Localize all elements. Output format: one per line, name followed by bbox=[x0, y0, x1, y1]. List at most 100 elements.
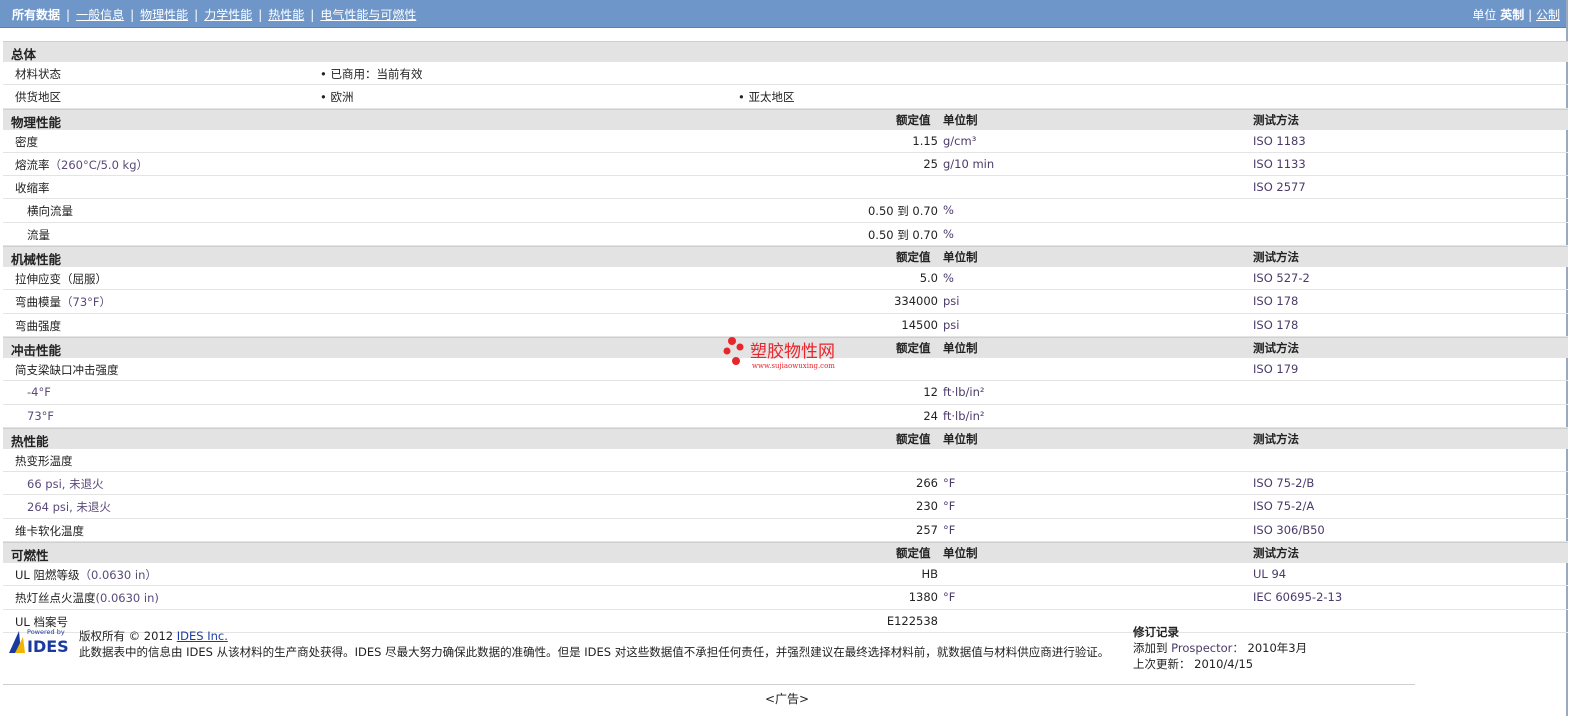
bullet-item: • 欧洲 bbox=[320, 90, 354, 105]
property-unit: °F bbox=[943, 476, 956, 491]
copyright-block: 版权所有 © 2012 IDES Inc. 此数据表中的信息由 IDES 从该材… bbox=[79, 628, 1109, 660]
watermark-logo-icon: 塑胶物性网 www.sujiaowuxing.com bbox=[723, 337, 835, 370]
property-condition: （260°C/5.0 kg） bbox=[49, 157, 149, 172]
property-value: HB bbox=[921, 567, 938, 582]
property-name: 73°F bbox=[27, 408, 54, 423]
property-label: 密度 bbox=[15, 134, 38, 150]
property-label: 热变形温度 bbox=[15, 453, 73, 469]
property-name: 维卡软化温度 bbox=[15, 523, 84, 538]
property-name: 热灯丝点火温度 bbox=[15, 591, 96, 606]
test-method: ISO 527-2 bbox=[1253, 271, 1310, 286]
section-header: 物理性能 额定值 单位制 测试方法 bbox=[3, 108, 1568, 130]
tab-mechanical[interactable]: 力学性能 bbox=[204, 8, 252, 22]
col-header-unit: 单位制 bbox=[943, 340, 978, 355]
unit-metric[interactable]: 公制 bbox=[1536, 8, 1560, 22]
copyright-text: 版权所有 © 2012 bbox=[79, 629, 174, 643]
property-unit: °F bbox=[943, 499, 956, 514]
property-unit: psi bbox=[943, 294, 960, 309]
property-name: 材料状态 bbox=[15, 67, 61, 81]
property-label: 横向流量 bbox=[27, 203, 73, 219]
property-label: 弯曲模量（73°F） bbox=[15, 294, 111, 310]
property-name: 流量 bbox=[27, 227, 50, 242]
property-label: 弯曲强度 bbox=[15, 318, 61, 334]
property-label: 264 psi, 未退火 bbox=[27, 499, 111, 515]
property-label: 拉伸应变（屈服） bbox=[15, 271, 107, 287]
table-row: 73°F 24 ft·lb/in² bbox=[3, 405, 1568, 428]
property-value: 5.0 bbox=[919, 271, 938, 286]
table-row: 熔流率（260°C/5.0 kg） 25 g/10 min ISO 1133 bbox=[3, 153, 1568, 177]
property-name: 弯曲模量 bbox=[15, 295, 61, 310]
col-header-value: 额定值 bbox=[896, 546, 931, 561]
property-value: 257 bbox=[916, 522, 938, 537]
watermark-text: 塑胶物性网 bbox=[750, 342, 835, 362]
tab-general-info[interactable]: 一般信息 bbox=[76, 8, 124, 22]
table-row: 供货地区 • 欧洲 • 亚太地区 bbox=[3, 85, 1568, 109]
revision-title: 修订记录 bbox=[1133, 625, 1179, 639]
property-unit: °F bbox=[943, 522, 956, 537]
property-label: UL 阻燃等级（0.0630 in） bbox=[15, 567, 157, 583]
property-value: 0.50 到 0.70 bbox=[867, 227, 938, 242]
test-method: ISO 306/B50 bbox=[1253, 522, 1325, 537]
test-method: ISO 2577 bbox=[1253, 180, 1306, 195]
footer: Powered by IDES 版权所有 © 2012 IDES Inc. 此数… bbox=[3, 618, 1415, 685]
section-title: 可燃性 bbox=[11, 548, 49, 564]
unit-english[interactable]: 英制 bbox=[1500, 8, 1524, 22]
property-label: 热灯丝点火温度(0.0630 in) bbox=[15, 590, 159, 606]
property-value: 1380 bbox=[908, 590, 938, 605]
property-value: 334000 bbox=[894, 294, 938, 309]
table-row: 收缩率 ISO 2577 bbox=[3, 176, 1568, 200]
table-row: 弯曲模量（73°F） 334000 psi ISO 178 bbox=[3, 290, 1568, 314]
tab-electrical-flammability[interactable]: 电气性能与可燃性 bbox=[320, 8, 416, 22]
col-header-value: 额定值 bbox=[896, 340, 931, 355]
tab-all-data[interactable]: 所有数据 bbox=[12, 8, 60, 22]
table-row: 热灯丝点火温度(0.0630 in) 1380 °F IEC 60695-2-13 bbox=[3, 586, 1568, 610]
test-method: ISO 75-2/A bbox=[1253, 499, 1315, 514]
property-unit: °F bbox=[943, 590, 956, 605]
bullet-item: • 亚太地区 bbox=[738, 90, 795, 105]
col-header-method: 测试方法 bbox=[1253, 546, 1299, 561]
test-method: ISO 179 bbox=[1253, 361, 1299, 376]
section-title: 冲击性能 bbox=[11, 342, 62, 358]
col-header-value: 额定值 bbox=[896, 250, 931, 265]
table-row: 66 psi, 未退火 266 °F ISO 75-2/B bbox=[3, 472, 1568, 496]
property-unit: g/cm³ bbox=[943, 133, 977, 148]
nav-tabs: 所有数据 | 一般信息 | 物理性能 | 力学性能 | 热性能 | 电气性能与可燃性 bbox=[12, 8, 417, 22]
col-header-unit: 单位制 bbox=[943, 112, 978, 127]
property-label: 66 psi, 未退火 bbox=[27, 476, 104, 492]
svg-text:IDES: IDES bbox=[27, 637, 69, 655]
ides-link[interactable]: IDES Inc. bbox=[177, 629, 228, 643]
section-header: 热性能 额定值 单位制 测试方法 bbox=[3, 427, 1568, 449]
test-method: ISO 75-2/B bbox=[1253, 476, 1315, 491]
col-header-unit: 单位制 bbox=[943, 431, 978, 446]
updated-date: 2010/4/15 bbox=[1194, 657, 1254, 671]
property-label: 熔流率（260°C/5.0 kg） bbox=[15, 157, 148, 173]
col-header-unit: 单位制 bbox=[943, 546, 978, 561]
property-value: 14500 bbox=[901, 317, 938, 332]
bullet-text: 欧洲 bbox=[330, 90, 354, 105]
ides-logo: Powered by IDES bbox=[7, 627, 73, 656]
tab-physical[interactable]: 物理性能 bbox=[140, 8, 188, 22]
property-value: 12 bbox=[923, 385, 938, 400]
property-unit: ft·lb/in² bbox=[943, 385, 985, 400]
property-label: 材料状态 bbox=[15, 66, 61, 82]
table-row: UL 阻燃等级（0.0630 in） HB UL 94 bbox=[3, 563, 1568, 587]
property-unit: % bbox=[943, 203, 954, 218]
col-header-method: 测试方法 bbox=[1253, 431, 1299, 446]
property-unit: ft·lb/in² bbox=[943, 408, 985, 423]
table-row: 热变形温度 bbox=[3, 449, 1568, 473]
property-name: 264 psi, 未退火 bbox=[27, 500, 111, 515]
tab-thermal[interactable]: 热性能 bbox=[268, 8, 304, 22]
section-header: 机械性能 额定值 单位制 测试方法 bbox=[3, 246, 1568, 268]
property-label: 维卡软化温度 bbox=[15, 523, 84, 539]
property-label: -4°F bbox=[27, 385, 51, 399]
test-method: ISO 1183 bbox=[1253, 133, 1306, 148]
property-label: 流量 bbox=[27, 227, 50, 243]
table-row: 横向流量 0.50 到 0.70% bbox=[3, 199, 1568, 223]
unit-switcher: 单位 英制 | 公制 bbox=[1472, 8, 1560, 22]
test-method: ISO 178 bbox=[1253, 317, 1299, 332]
property-name: 供货地区 bbox=[15, 90, 61, 105]
test-method: UL 94 bbox=[1253, 567, 1287, 582]
table-row: 拉伸应变（屈服） 5.0% ISO 527-2 bbox=[3, 267, 1568, 291]
col-header-method: 测试方法 bbox=[1253, 340, 1299, 355]
property-name: 横向流量 bbox=[27, 204, 73, 219]
